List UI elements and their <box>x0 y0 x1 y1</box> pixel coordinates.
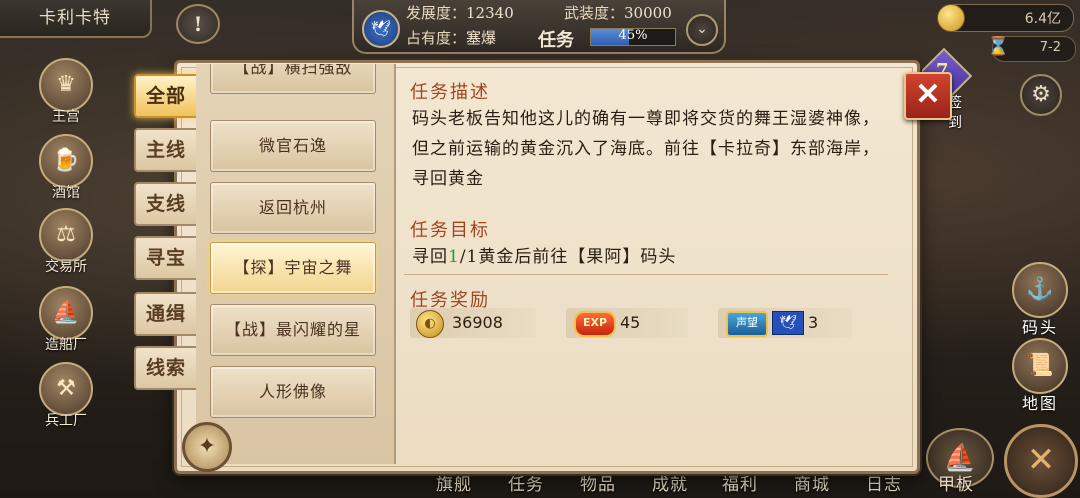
money-value: 6.4亿 <box>1024 11 1061 27</box>
tab-all[interactable]: 全部 <box>134 74 198 118</box>
dock-icon: ⚓ <box>1012 262 1068 318</box>
task-progress-label: 任务 <box>538 30 574 51</box>
section-divider <box>404 274 888 275</box>
development-stat: 发展度：12340 <box>406 4 514 22</box>
dock-label: 码头 <box>1021 318 1058 337</box>
compass-icon: ✦ <box>182 422 232 472</box>
scales-icon: ⚖ <box>39 208 93 262</box>
reward-gold: ◐ 36908 <box>410 308 536 338</box>
city-name: 卡利卡特 <box>0 0 152 38</box>
exp-icon: EXP <box>574 311 616 337</box>
quest-list[interactable]: 【战】横扫强敌 微官石逸 返回杭州 【探】宇宙之舞 【战】最闪耀的星 人形佛像 <box>196 64 396 464</box>
money-display: 6.4亿 <box>937 4 1074 32</box>
city-menu-armory[interactable]: ⚒ 兵工厂 <box>36 362 96 430</box>
reward-fame: 声望 🕊 3 <box>718 308 852 338</box>
map-button[interactable]: 📜 地图 <box>1010 338 1070 414</box>
goal-title: 任务目标 <box>410 220 490 241</box>
gear-icon: ⚙ <box>1031 82 1051 107</box>
occupancy-stat: 占有度：塞爆 <box>406 29 497 47</box>
city-menu-label: 王宫 <box>52 109 80 125</box>
city-menu-label: 酒馆 <box>52 185 80 201</box>
city-stats-banner: 🕊 发展度：12340 武装度：30000 占有度：塞爆 任务 45% ⌄ <box>352 0 726 54</box>
bottom-nav: 旗舰 任务 物品 成就 福利 商城 日志 甲板 <box>420 470 1000 498</box>
close-button[interactable]: ✕ <box>904 72 952 120</box>
dock-button[interactable]: ⚓ 码头 <box>1010 262 1070 338</box>
chevron-down-icon: ⌄ <box>696 21 708 37</box>
close-icon: ✕ <box>915 77 941 112</box>
map-label: 地图 <box>1021 394 1058 413</box>
quest-item[interactable]: 人形佛像 <box>210 366 376 418</box>
crossed-swords-icon: ✕ <box>1026 440 1056 480</box>
sailing-ship-icon: ⛵ <box>943 443 977 473</box>
ship-icon: ⛵ <box>39 286 93 340</box>
city-menu-label: 造船厂 <box>45 337 87 353</box>
tab-wanted[interactable]: 通缉 <box>134 292 198 336</box>
city-menu-label: 交易所 <box>45 259 87 275</box>
mug-icon: 🍺 <box>39 134 93 188</box>
cannon-icon: ⚒ <box>39 362 93 416</box>
crown-icon: ♛ <box>39 58 93 112</box>
quest-goal: 寻回1/1黄金后前往【果阿】码头 <box>412 247 677 267</box>
tab-side[interactable]: 支线 <box>134 182 198 226</box>
settings-button[interactable]: ⚙ <box>1020 74 1062 116</box>
reward-exp-value: 45 <box>620 313 641 332</box>
description-title: 任务描述 <box>410 82 490 103</box>
armament-stat: 武装度：30000 <box>564 4 672 22</box>
city-menu-exchange[interactable]: ⚖ 交易所 <box>36 208 96 276</box>
city-menu-label: 兵工厂 <box>45 413 87 429</box>
quest-detail: 任务描述 码头老板告知他这儿的确有一尊即将交货的舞王湿婆神像，但之前运输的黄金沉… <box>404 70 894 460</box>
tab-treasure[interactable]: 寻宝 <box>134 236 198 280</box>
collapse-menu-button[interactable]: ✕ <box>1004 424 1078 498</box>
dove-icon: 🕊 <box>772 311 804 335</box>
quest-item[interactable]: 返回杭州 <box>210 182 376 234</box>
coin-icon <box>937 4 965 32</box>
task-progress-bar: 45% <box>590 28 676 46</box>
goal-progress: 1 <box>448 247 460 267</box>
quest-item[interactable]: 【战】最闪耀的星 <box>210 304 376 356</box>
city-menu-palace[interactable]: ♛ 王宫 <box>36 58 96 126</box>
hourglass-icon: ⌛ <box>987 36 1010 57</box>
reward-gold-value: 36908 <box>452 313 503 332</box>
quest-item[interactable]: 【战】横扫强敌 <box>210 64 376 94</box>
task-progress-text: 45% <box>618 28 648 43</box>
city-menu-shipyard[interactable]: ⛵ 造船厂 <box>36 286 96 354</box>
gold-coin-icon: ◐ <box>416 310 444 338</box>
quest-description: 码头老板告知他这儿的确有一尊即将交货的舞王湿婆神像，但之前运输的黄金沉入了海底。… <box>412 109 880 189</box>
nav-deck[interactable]: 甲板 <box>938 470 974 495</box>
exclamation-icon: ! <box>193 12 203 36</box>
quest-item[interactable]: 微官石逸 <box>210 120 376 172</box>
fame-icon: 声望 <box>726 311 768 337</box>
date-value: 7-2 <box>1039 40 1061 55</box>
reward-fame-value: 3 <box>808 313 819 332</box>
scroll-map-icon: 📜 <box>1012 338 1068 394</box>
alert-button[interactable]: ! <box>176 4 220 44</box>
expand-banner-button[interactable]: ⌄ <box>686 14 718 46</box>
tab-main[interactable]: 主线 <box>134 128 198 172</box>
quest-item-selected[interactable]: 【探】宇宙之舞 <box>210 242 376 294</box>
reward-exp: EXP 45 <box>566 308 688 338</box>
date-display: ⌛ 7-2 <box>987 36 1076 62</box>
tab-clues[interactable]: 线索 <box>134 346 198 390</box>
dove-emblem-icon: 🕊 <box>362 10 400 48</box>
city-menu-tavern[interactable]: 🍺 酒馆 <box>36 134 96 202</box>
